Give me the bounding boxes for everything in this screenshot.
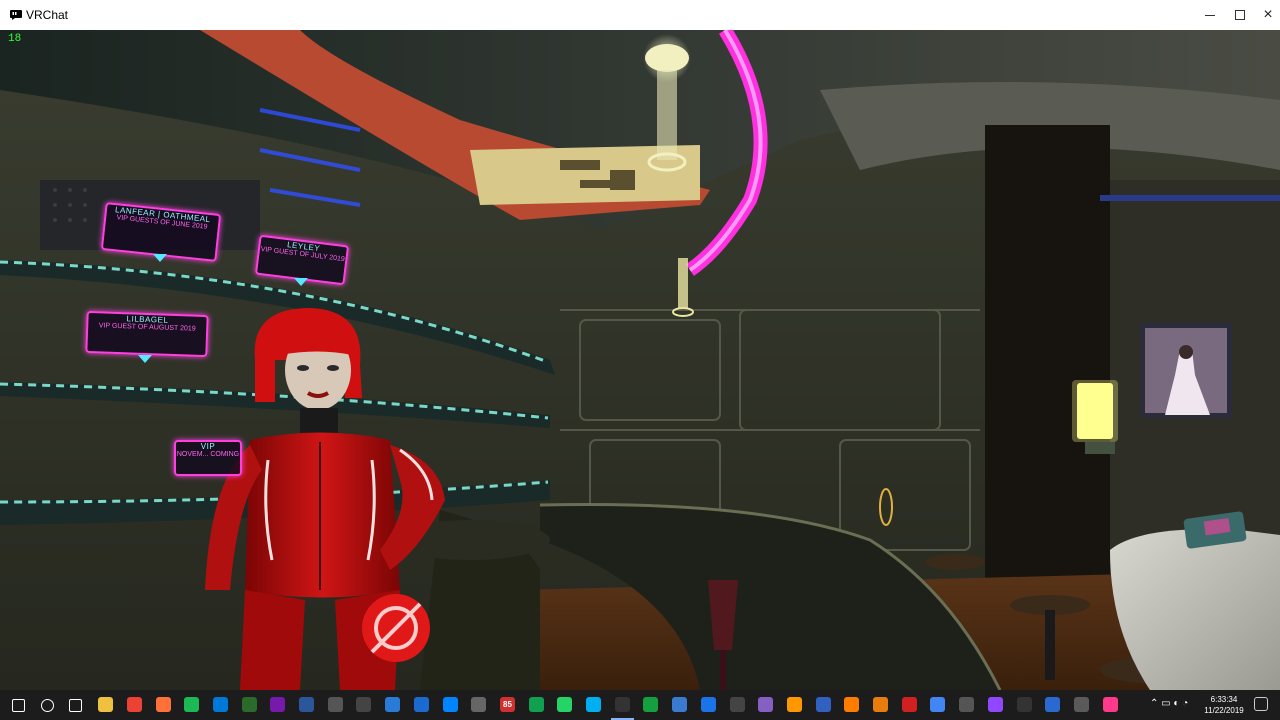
badge-app-icon[interactable]: 85 <box>500 697 515 712</box>
calendar-icon[interactable] <box>356 697 371 712</box>
game-viewport[interactable]: 18 LANFEAR | OATHMEAL VIP GUESTS OF JUNE… <box>0 30 1280 690</box>
task-view-icon[interactable] <box>69 699 82 712</box>
vrchat-window: VRChat × 18 LANFEAR | OATHMEAL VIP GUEST… <box>0 0 1280 720</box>
app-icon[interactable] <box>414 697 429 712</box>
red-app-icon[interactable] <box>902 697 917 712</box>
file-explorer-icon[interactable] <box>98 697 113 712</box>
vip-sign-august: LILBAGEL VIP GUEST OF AUGUST 2019 <box>85 310 209 358</box>
whatsapp-icon[interactable] <box>557 697 572 712</box>
library-icon[interactable] <box>1045 697 1060 712</box>
settings-icon[interactable] <box>959 697 974 712</box>
game-scene <box>0 30 1280 690</box>
maps-icon[interactable] <box>701 697 716 712</box>
obs-icon[interactable] <box>1017 697 1032 712</box>
sublime-icon[interactable] <box>787 697 802 712</box>
cortana-icon[interactable] <box>41 699 54 712</box>
vip-sign-november: VIP NOVEM... COMING <box>174 440 242 476</box>
system-tray[interactable]: ⌃ ▭ ◐ ◔ <box>1150 698 1188 709</box>
windows-taskbar: 85 ⌃ ▭ ◐ ◔ 6:33:34 11/22/2019 <box>0 690 1280 720</box>
down-arrow-icon <box>153 254 167 262</box>
maximize-icon <box>1235 10 1245 20</box>
clock-time: 6:33:34 <box>1210 695 1238 704</box>
notifications-icon[interactable] <box>1254 697 1268 711</box>
visual-studio-icon[interactable] <box>758 697 773 712</box>
vip-sign-text: NOVEM... COMING <box>176 451 240 458</box>
spotify-icon[interactable] <box>184 697 199 712</box>
phone-icon[interactable] <box>529 697 544 712</box>
minimize-button[interactable] <box>1195 0 1225 30</box>
close-icon: × <box>1263 6 1273 23</box>
title-bar[interactable]: VRChat × <box>0 0 1280 31</box>
illustrator-icon[interactable] <box>844 697 859 712</box>
word-icon[interactable] <box>299 697 314 712</box>
vr-icon[interactable] <box>615 697 630 712</box>
green-app-icon[interactable] <box>643 697 658 712</box>
todo-icon[interactable] <box>385 697 400 712</box>
minimize-icon <box>1205 14 1215 16</box>
vrchat-icon <box>10 10 22 20</box>
close-button[interactable]: × <box>1253 0 1280 30</box>
mail-alt-icon[interactable] <box>471 697 486 712</box>
vip-sign-name: VIP <box>200 442 216 451</box>
edge-icon[interactable] <box>213 697 228 712</box>
blender-icon[interactable] <box>873 697 888 712</box>
chrome-icon[interactable] <box>127 697 142 712</box>
twitch-icon[interactable] <box>988 697 1003 712</box>
fireworks-icon[interactable] <box>242 697 257 712</box>
onenote-icon[interactable] <box>270 697 285 712</box>
arrow-app-icon[interactable] <box>730 697 745 712</box>
taskbar-clock[interactable]: 6:33:34 11/22/2019 <box>1200 694 1248 716</box>
fps-counter: 18 <box>8 33 22 45</box>
mail-icon[interactable] <box>328 697 343 712</box>
down-arrow-icon <box>138 355 152 363</box>
chat-icon[interactable] <box>1074 697 1089 712</box>
maximize-button[interactable] <box>1225 0 1255 30</box>
app-blue-icon[interactable] <box>816 697 831 712</box>
down-arrow-icon <box>294 278 308 286</box>
clock-date: 11/22/2019 <box>1204 706 1244 715</box>
window-title: VRChat <box>26 8 69 22</box>
itunes-icon[interactable] <box>1103 697 1118 712</box>
globe-icon[interactable] <box>672 697 687 712</box>
firefox-icon[interactable] <box>156 697 171 712</box>
messenger-icon[interactable] <box>443 697 458 712</box>
globe-alt-icon[interactable] <box>930 697 945 712</box>
skype-icon[interactable] <box>586 697 601 712</box>
start-icon[interactable] <box>12 699 25 712</box>
